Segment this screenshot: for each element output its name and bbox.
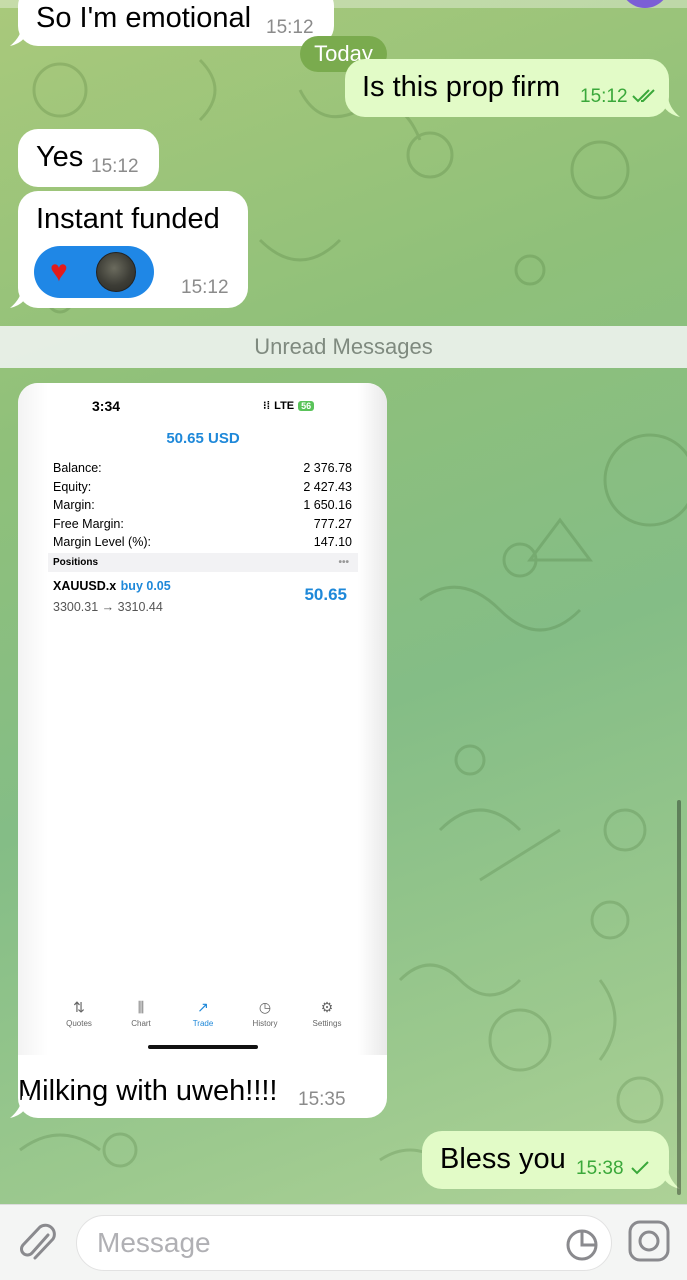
home-indicator xyxy=(148,1045,258,1049)
trading-app-screenshot[interactable]: 3:34 ⁝⁞ LTE 56 50.65 USD Balance: 2 376.7… xyxy=(48,383,358,1055)
summary-label: Margin Level (%): xyxy=(53,535,151,550)
history-icon: ◷ xyxy=(258,999,272,1015)
status-indicators: ⁝⁞ LTE 56 xyxy=(263,399,315,412)
tab-label: Settings xyxy=(312,1019,342,1028)
message-bubble-outgoing[interactable]: Bless you 15:38 xyxy=(422,1131,669,1189)
battery-icon: 56 xyxy=(298,400,315,411)
tab-label: Quotes xyxy=(66,1019,92,1028)
message-text: Bless you xyxy=(440,1143,566,1175)
more-icon: ••• xyxy=(338,557,349,568)
message-text: Milking with uweh!!!! xyxy=(18,1075,278,1107)
position-direction: buy 0.05 xyxy=(120,579,171,593)
tab-label: History xyxy=(252,1019,278,1028)
message-bubble-incoming[interactable]: Instant funded ♥ 15:12 xyxy=(18,191,248,308)
account-summary: Balance: 2 376.78 Equity: 2 427.43 Margin:… xyxy=(53,459,352,552)
position-profit: 50.65 xyxy=(304,585,347,604)
message-bubble-image[interactable]: 3:34 ⁝⁞ LTE 56 50.65 USD Balance: 2 376.7… xyxy=(18,383,387,1118)
balance-header: 50.65 USD xyxy=(166,430,240,447)
tab-history: ◷ History xyxy=(237,999,293,1039)
sticker-icon[interactable] xyxy=(565,1228,599,1262)
summary-label: Equity: xyxy=(53,479,92,494)
summary-label: Balance: xyxy=(53,461,102,476)
summary-row: Balance: 2 376.78 xyxy=(53,459,352,478)
message-bubble-outgoing[interactable]: Is this prop firm 15:12 xyxy=(345,59,669,117)
summary-value: 147.10 xyxy=(313,535,352,550)
bubble-tail xyxy=(10,286,30,308)
quotes-icon: ⇅ xyxy=(73,999,85,1015)
summary-value: 1 650.16 xyxy=(303,498,352,513)
avatar xyxy=(96,252,136,292)
unread-messages-divider: Unread Messages xyxy=(0,326,687,368)
summary-row: Free Margin: 777.27 xyxy=(53,515,352,534)
status-time: 3:34 xyxy=(92,398,121,414)
chart-icon: ⫼ xyxy=(137,999,145,1015)
position-row: XAUUSD.x buy 0.05 3300.31 → 3310.44 50.6… xyxy=(53,577,352,617)
double-check-icon xyxy=(632,89,655,103)
message-time: 15:12 xyxy=(181,277,229,298)
bubble-tail xyxy=(10,1096,30,1118)
message-text: Instant funded xyxy=(36,203,220,235)
summary-row: Equity: 2 427.43 xyxy=(53,478,352,497)
summary-label: Free Margin: xyxy=(53,516,124,531)
message-time: 15:12 xyxy=(580,86,628,107)
positions-header: Positions ••• xyxy=(48,553,358,572)
heart-icon: ♥ xyxy=(50,255,68,288)
message-field[interactable] xyxy=(76,1215,612,1271)
summary-label: Margin: xyxy=(53,498,95,513)
bubble-tail xyxy=(10,24,30,46)
summary-row: Margin Level (%): 147.10 xyxy=(53,533,352,552)
positions-label: Positions xyxy=(53,557,99,568)
single-check-icon xyxy=(631,1161,649,1175)
summary-row: Margin: 1 650.16 xyxy=(53,496,352,515)
message-input[interactable] xyxy=(97,1224,537,1262)
tab-settings: ⚙ Settings xyxy=(299,999,355,1039)
position-symbol: XAUUSD.x xyxy=(53,579,117,593)
message-bubble-incoming[interactable]: So I'm emotional 15:12 xyxy=(18,0,334,46)
message-text: So I'm emotional xyxy=(36,2,252,34)
attach-icon[interactable] xyxy=(18,1221,58,1265)
trade-icon: ↗ xyxy=(197,999,209,1015)
message-time: 15:35 xyxy=(298,1089,346,1110)
reactions-pill[interactable]: ♥ xyxy=(34,246,154,298)
tab-label: Chart xyxy=(131,1019,151,1028)
settings-icon: ⚙ xyxy=(320,999,334,1015)
signal-icon: ⁝⁞ xyxy=(263,400,271,412)
message-bubble-incoming[interactable]: Yes 15:12 xyxy=(18,129,159,187)
screenshot-edge xyxy=(358,383,387,1055)
summary-value: 777.27 xyxy=(313,516,352,531)
trading-tab-bar: ⇅ Quotes ⫼ Chart ↗ Trade ◷ History ⚙ Settings xyxy=(48,999,358,1039)
bubble-tail xyxy=(660,95,680,117)
screenshot-edge xyxy=(18,383,48,1055)
message-time: 15:12 xyxy=(266,17,314,38)
tab-quotes: ⇅ Quotes xyxy=(51,999,107,1039)
camera-icon[interactable] xyxy=(628,1220,670,1262)
message-time: 15:38 xyxy=(576,1158,624,1179)
tab-trade: ↗ Trade xyxy=(175,999,231,1039)
tab-label: Trade xyxy=(192,1019,214,1028)
message-time: 15:12 xyxy=(91,156,139,177)
message-text: Is this prop firm xyxy=(362,71,561,103)
summary-value: 2 427.43 xyxy=(303,479,352,494)
scrollbar[interactable] xyxy=(677,800,681,1195)
tab-chart: ⫼ Chart xyxy=(113,999,169,1039)
message-input-bar xyxy=(0,1204,687,1280)
summary-value: 2 376.78 xyxy=(303,461,352,476)
message-text: Yes xyxy=(36,141,84,173)
network-label: LTE xyxy=(274,399,295,412)
